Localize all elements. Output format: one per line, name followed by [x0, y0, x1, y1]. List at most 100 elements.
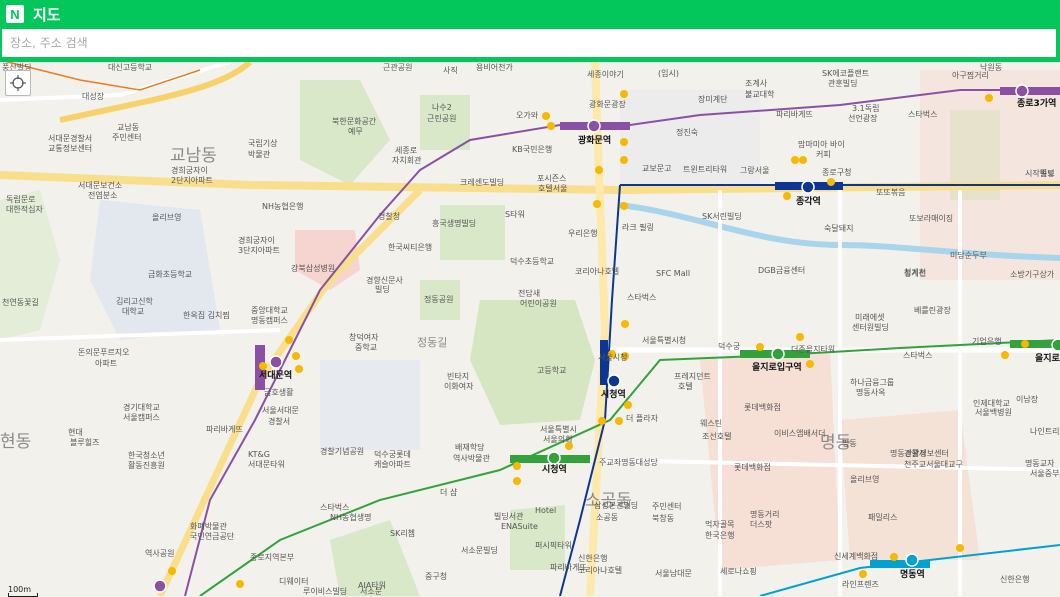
place-label[interactable]: 롯데백화점: [744, 402, 781, 412]
station-marker[interactable]: [1051, 338, 1060, 352]
place-label[interactable]: 코리아나호텔: [575, 266, 619, 276]
place-label[interactable]: 경찰서: [268, 416, 290, 426]
place-label[interactable]: 미래에셋: [855, 313, 884, 322]
station-marker[interactable]: [547, 451, 561, 465]
place-label[interactable]: 포시즌스: [537, 174, 566, 183]
place-label[interactable]: 선언광장: [848, 113, 878, 123]
place-label[interactable]: 우리은행: [568, 228, 597, 238]
place-label[interactable]: 빈타지: [447, 372, 469, 381]
place-label[interactable]: 또보라매이징: [909, 213, 953, 223]
place-label[interactable]: 2단지아파트: [171, 175, 213, 185]
place-label[interactable]: 파리바게뜨: [776, 109, 813, 119]
place-label[interactable]: 웨스틴: [700, 418, 722, 428]
place-label[interactable]: 호텔: [678, 382, 693, 391]
place-label[interactable]: 역사공원: [145, 548, 174, 558]
map-canvas[interactable]: 교남동 정동길 명동 소공동 현동 광화문역 종각역 시청역 시청역 을지로입구…: [0, 62, 1060, 596]
place-label[interactable]: 주민센터: [652, 501, 681, 511]
place-label[interactable]: 경찰청: [378, 211, 400, 221]
station-marker[interactable]: [1015, 84, 1029, 98]
place-label[interactable]: 캐슬아파트: [374, 459, 411, 469]
place-label[interactable]: 빌딩: [375, 284, 390, 294]
place-label[interactable]: 서울백병원: [975, 407, 1012, 417]
place-label[interactable]: 호텔서울: [538, 184, 567, 193]
place-label[interactable]: 국민연금공단: [190, 531, 235, 541]
place-label[interactable]: 이비스앰배서더: [774, 428, 826, 438]
place-label[interactable]: 라인프렌즈: [842, 579, 879, 589]
place-label[interactable]: 이화여자: [444, 381, 474, 391]
current-location-button[interactable]: [5, 70, 31, 96]
station-marker[interactable]: [269, 355, 283, 369]
place-label[interactable]: 덕수초등학교: [510, 256, 554, 266]
place-label[interactable]: 서소문빌딩: [461, 545, 498, 555]
place-label[interactable]: 명동: [842, 438, 857, 448]
place-label[interactable]: 교보문고: [642, 164, 671, 173]
place-label[interactable]: 금호생활: [264, 387, 294, 397]
place-label[interactable]: 소공동: [596, 513, 618, 522]
place-label[interactable]: 광화문광장: [589, 99, 626, 109]
station-marker[interactable]: [587, 119, 601, 133]
place-label[interactable]: 이남장: [1016, 394, 1039, 404]
place-label[interactable]: 라크 필링: [622, 222, 654, 232]
place-label[interactable]: 역사박물관: [453, 453, 490, 463]
place-label[interactable]: 신한은행: [578, 553, 607, 563]
place-label[interactable]: 경기대학교: [123, 402, 160, 412]
place-label[interactable]: 천주교서울대교구: [904, 459, 963, 469]
place-label[interactable]: 주교좌명동대성당: [599, 457, 659, 467]
place-label[interactable]: 경희궁자이: [171, 165, 208, 175]
place-label[interactable]: 덕수궁: [718, 341, 740, 351]
naver-logo[interactable]: N: [6, 5, 24, 23]
place-label[interactable]: 세종로: [395, 146, 417, 155]
place-label[interactable]: 경찰기념공원: [320, 446, 364, 456]
place-label[interactable]: 천연동꽃길: [2, 297, 39, 307]
search-input[interactable]: [2, 29, 1056, 57]
place-label[interactable]: 자치회관: [392, 155, 422, 165]
place-label[interactable]: 중학교: [355, 342, 377, 352]
place-label[interactable]: 정진숙: [676, 127, 698, 137]
place-label[interactable]: 트윈트리타워: [683, 165, 727, 174]
place-label[interactable]: 대성장: [82, 91, 105, 101]
place-label[interactable]: 예무: [348, 126, 363, 136]
place-label[interactable]: 장미계단: [698, 94, 728, 104]
place-label[interactable]: SK리쳄: [390, 528, 415, 538]
place-label[interactable]: 서울캠퍼스: [123, 412, 160, 422]
place-label[interactable]: 서울서대문: [262, 406, 299, 415]
place-label[interactable]: 대신고등학교: [108, 62, 152, 72]
place-label[interactable]: 흥국생명빌딩: [432, 218, 476, 228]
place-label[interactable]: 롯데백화점: [734, 462, 771, 472]
place-label[interactable]: 하나금융그룹: [850, 377, 894, 387]
place-label[interactable]: 대한적십자: [6, 204, 43, 214]
place-label[interactable]: 올리브영: [152, 212, 181, 222]
place-label[interactable]: 서울특별시청: [642, 335, 686, 345]
place-label[interactable]: (임시): [658, 69, 679, 78]
place-label[interactable]: 명동캠퍼스: [251, 315, 288, 325]
place-label[interactable]: 서대문보건소: [78, 180, 122, 190]
place-label[interactable]: 관훈빌딩: [828, 78, 857, 88]
place-label[interactable]: 조선호텔: [702, 432, 731, 441]
place-label[interactable]: 나수2: [432, 103, 452, 112]
place-label[interactable]: 3.1독립: [852, 104, 879, 113]
place-label[interactable]: 세로나쇼핑: [720, 566, 757, 576]
place-label[interactable]: 숙달돼지: [824, 224, 853, 233]
place-label[interactable]: 서울남대문: [655, 569, 692, 578]
place-label[interactable]: 조계사: [745, 78, 768, 88]
place-label[interactable]: 서울특별시: [540, 424, 577, 434]
place-label[interactable]: 3단지아파트: [238, 245, 280, 255]
place-label[interactable]: 삼성본관빌딩: [594, 500, 638, 510]
place-label[interactable]: KB국민은행: [512, 144, 552, 154]
station-marker[interactable]: [905, 553, 919, 567]
place-label[interactable]: KT&G: [248, 450, 270, 459]
place-label[interactable]: 정동공원: [424, 294, 453, 304]
station-marker[interactable]: [153, 579, 167, 593]
place-label[interactable]: 어린이공원: [520, 298, 557, 308]
place-label[interactable]: 김리고신학: [116, 296, 153, 306]
place-label[interactable]: 경향신문사: [366, 275, 403, 285]
place-label[interactable]: 종로지역본부: [250, 552, 294, 562]
place-label[interactable]: DGB금융센터: [758, 265, 805, 275]
place-label[interactable]: 스타벅스: [908, 109, 937, 119]
place-label[interactable]: 활동진흥원: [128, 460, 165, 470]
place-label[interactable]: 명동거리: [750, 509, 779, 519]
place-label[interactable]: 전담새: [518, 288, 540, 298]
place-label[interactable]: 나인트리: [1030, 426, 1059, 436]
place-label[interactable]: 교통정보센터: [48, 143, 92, 153]
place-label[interactable]: 창덕여자: [349, 332, 379, 342]
